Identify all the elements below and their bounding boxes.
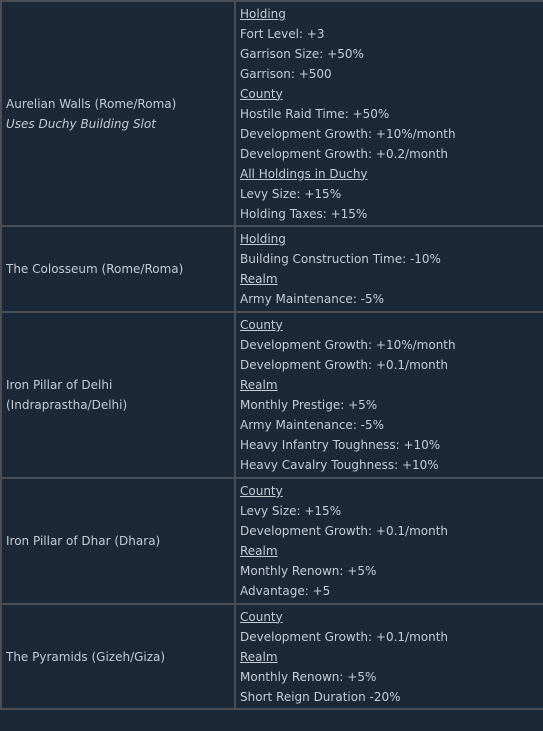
effect-line: Levy Size: +15% (240, 186, 342, 201)
building-name: The Pyramids (Gizeh/Giza) (6, 649, 166, 664)
building-name-cell: The Pyramids (Gizeh/Giza) (0, 603, 236, 710)
building-name: Aurelian Walls (Rome/Roma) (6, 96, 177, 111)
effect-line: Development Growth: +0.1/month (240, 629, 449, 644)
effects-cell: Holding Fort Level: +3 Garrison Size: +50%… (234, 0, 543, 227)
building-name-cell: Iron Pillar of Delhi (Indraprastha/Delhi… (0, 311, 236, 479)
building-name-cell: Aurelian Walls (Rome/Roma) Uses Duchy Bu… (0, 0, 236, 227)
effect-line: Development Growth: +10%/month (240, 338, 456, 352)
effect-line: Fort Level: +3 (240, 26, 325, 41)
effect-scope-heading: Realm (240, 649, 278, 664)
building-note: Uses Duchy Building Slot (6, 116, 156, 131)
effect-line: Monthly Renown: +5% (240, 564, 377, 578)
effect-scope-heading: All Holdings in Duchy (240, 166, 368, 181)
effect-line: Hostile Raid Time: +50% (240, 106, 390, 121)
effect-line: Levy Size: +15% (240, 504, 342, 518)
effect-line: Monthly Renown: +5% (240, 669, 377, 684)
effect-line: Development Growth: +0.1/month (240, 524, 449, 538)
table-body: Aurelian Walls (Rome/Roma) Uses Duchy Bu… (0, 0, 543, 710)
table-row: Iron Pillar of Delhi (Indraprastha/Delhi… (0, 311, 543, 479)
effect-scope-heading: County (240, 609, 283, 624)
effect-scope-heading: Realm (240, 378, 278, 392)
table-row: The Pyramids (Gizeh/Giza) County Developm… (0, 603, 543, 710)
effect-scope-heading: County (240, 86, 283, 101)
building-name: Iron Pillar of Dhar (Dhara) (6, 534, 161, 548)
effects-cell: County Development Growth: +10%/month Deve… (234, 311, 543, 479)
effect-line: Army Maintenance: -5% (240, 292, 385, 306)
effect-line: Holding Taxes: +15% (240, 206, 368, 221)
effect-line: Monthly Prestige: +5% (240, 398, 378, 412)
building-name-cell: The Colosseum (Rome/Roma) (0, 225, 236, 313)
effect-scope-heading: Holding (240, 232, 286, 246)
effect-line: Advantage: +5 (240, 584, 331, 598)
effect-scope-heading: Holding (240, 6, 286, 21)
effect-line: Development Growth: +10%/month (240, 126, 456, 141)
table-row: Iron Pillar of Dhar (Dhara) County Levy S… (0, 477, 543, 605)
effect-line: Building Construction Time: -10% (240, 252, 441, 266)
effect-scope-heading: Realm (240, 544, 278, 558)
wonders-table: Aurelian Walls (Rome/Roma) Uses Duchy Bu… (0, 0, 543, 710)
effect-line: Development Growth: +0.1/month (240, 358, 449, 372)
effects-cell: County Levy Size: +15% Development Growth:… (234, 477, 543, 605)
effect-scope-heading: Realm (240, 272, 278, 286)
effect-line: Heavy Infantry Toughness: +10% (240, 438, 441, 452)
effects-cell: Holding Building Construction Time: -10% R… (234, 225, 543, 313)
effect-scope-heading: County (240, 318, 283, 332)
building-name-cell: Iron Pillar of Dhar (Dhara) (0, 477, 236, 605)
building-name: The Colosseum (Rome/Roma) (6, 262, 184, 276)
effect-line: Army Maintenance: -5% (240, 418, 385, 432)
effects-cell: County Development Growth: +0.1/month Real… (234, 603, 543, 710)
effect-line: Garrison: +500 (240, 66, 332, 81)
table-row: The Colosseum (Rome/Roma) Holding Buildin… (0, 225, 543, 313)
effect-line: Short Reign Duration -20% (240, 689, 401, 704)
building-name: Iron Pillar of Delhi (Indraprastha/Delhi… (6, 378, 128, 412)
effect-line: Development Growth: +0.2/month (240, 146, 449, 161)
effect-line: Garrison Size: +50% (240, 46, 364, 61)
effect-scope-heading: County (240, 484, 283, 498)
effect-line: Heavy Cavalry Toughness: +10% (240, 458, 439, 472)
table-row: Aurelian Walls (Rome/Roma) Uses Duchy Bu… (0, 0, 543, 227)
